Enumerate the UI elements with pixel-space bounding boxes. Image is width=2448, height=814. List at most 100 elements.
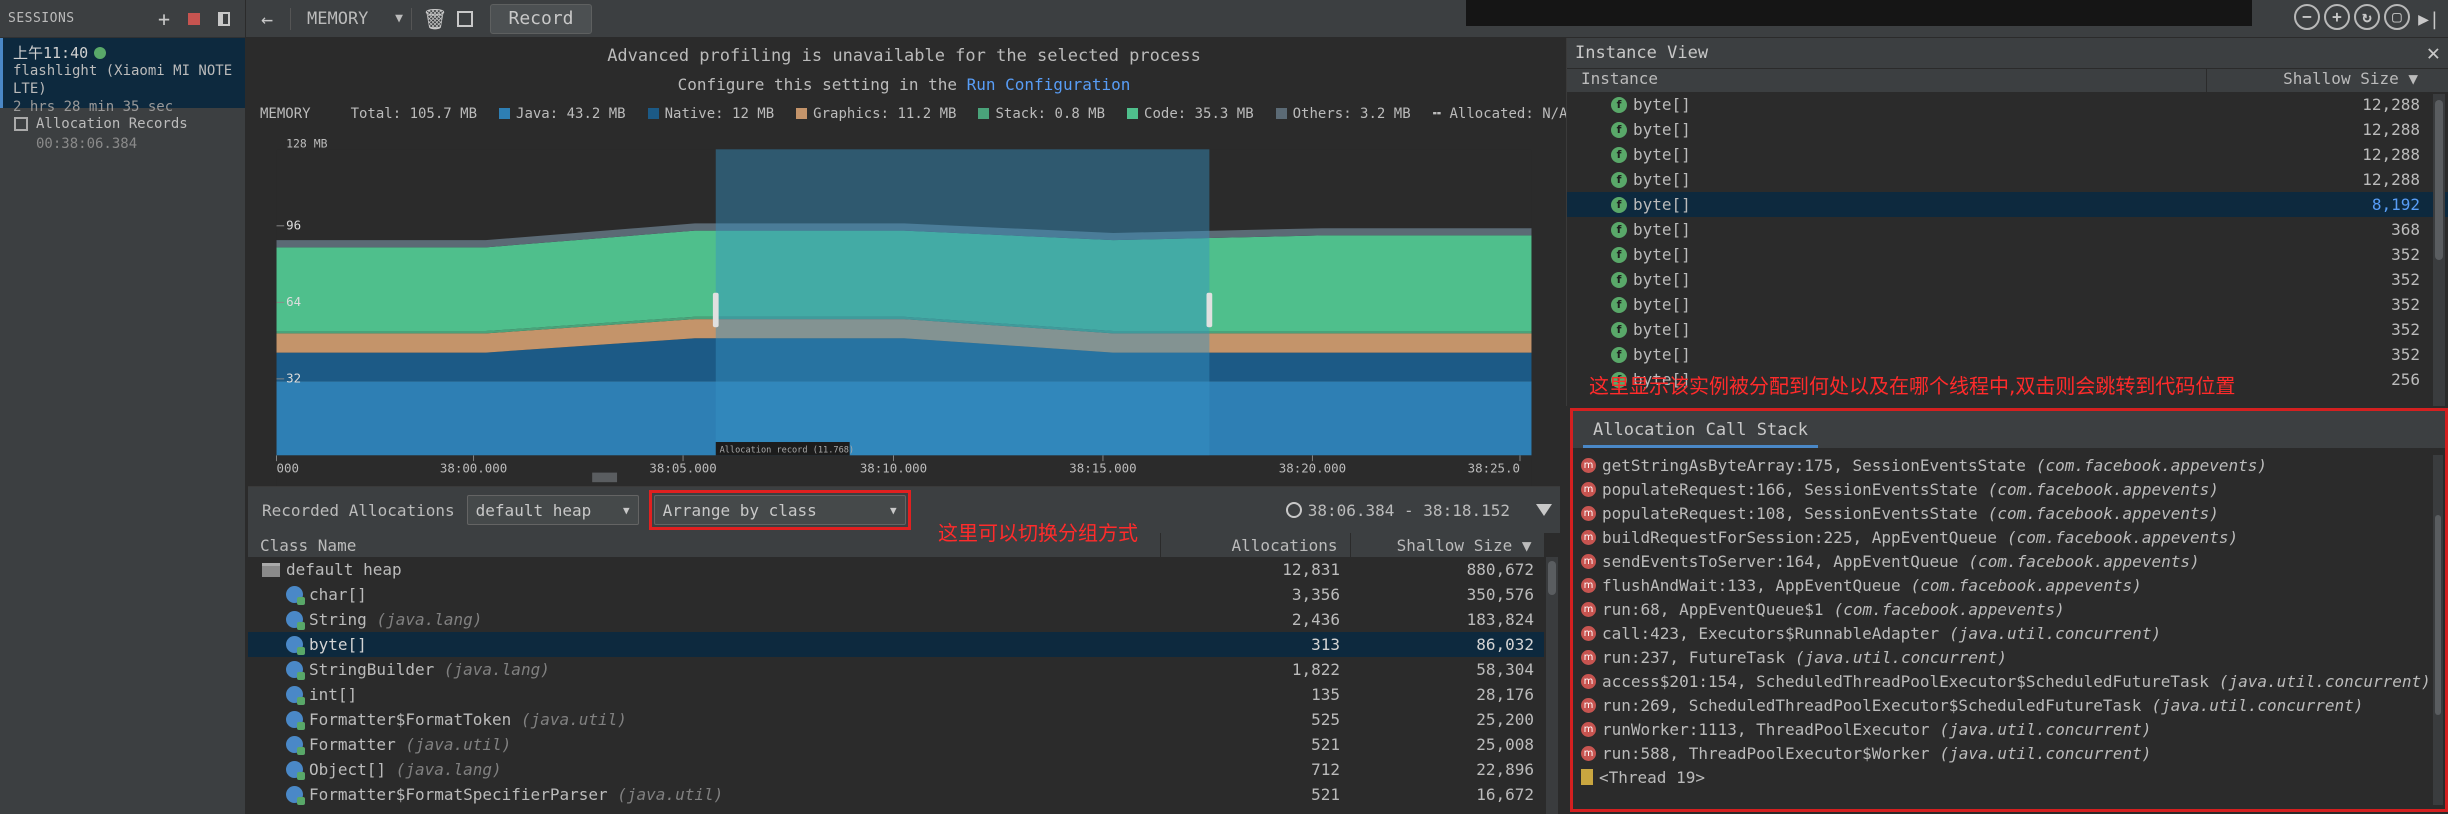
profiler-select[interactable]: MEMORY ▼ — [299, 9, 403, 29]
call-stack-frame[interactable]: m flushAndWait:133, AppEventQueue (com.fac… — [1573, 573, 2445, 597]
class-name: Formatter$FormatToken — [309, 710, 512, 729]
trash-icon[interactable]: 🗑 — [420, 4, 450, 34]
memory-chart[interactable]: Allocation record (11.768) 128 MB 96 64 32 00… — [248, 134, 1560, 486]
zoom-in-icon[interactable]: + — [2324, 4, 2350, 30]
stop-session-icon[interactable] — [181, 6, 207, 32]
memory-timeline: Advanced profiling is unavailable for th… — [248, 38, 1568, 486]
reset-zoom-icon[interactable]: ↻ — [2354, 4, 2380, 30]
class-name: default heap — [286, 560, 402, 579]
legend-stack-label: Stack: 0.8 MB — [995, 106, 1106, 122]
shallow-size-cell: 350,576 — [1466, 585, 1534, 604]
frame-package: (com.facebook.appevents) — [1910, 575, 2142, 595]
class-name-cell: Formatter$FormatToken (java.util) — [248, 707, 1160, 732]
instance-row[interactable]: f byte[] 12,288 — [1567, 167, 2448, 192]
scroll-thumb[interactable] — [1548, 561, 1556, 595]
selection-handle-left[interactable] — [712, 292, 719, 328]
scroll-thumb[interactable] — [2435, 515, 2441, 715]
call-stack-frame[interactable]: m run:588, ThreadPoolExecutor$Worker (java… — [1573, 741, 2445, 765]
call-stack-frame[interactable]: m buildRequestForSession:225, AppEventQue… — [1573, 525, 2445, 549]
zoom-selection-icon[interactable]: ▢ — [2384, 4, 2410, 30]
session-item[interactable]: 上午11:40 flashlight (Xiaomi MI NOTE LTE) … — [0, 38, 245, 115]
call-stack-frame[interactable]: m populateRequest:108, SessionEventsState… — [1573, 501, 2445, 525]
instance-header-row: Instance Shallow Size ▼ — [1567, 68, 2448, 92]
instance-row[interactable]: f byte[] 12,288 — [1567, 117, 2448, 142]
instance-row[interactable]: f byte[] 12,288 — [1567, 92, 2448, 117]
table-row[interactable]: StringBuilder (java.lang) 1,822 58,304 — [248, 657, 1544, 682]
column-shallow-size[interactable]: Shallow Size ▼ — [1350, 533, 1545, 557]
graphics-swatch — [796, 108, 808, 119]
frame-method: run:237, FutureTask — [1602, 647, 1786, 667]
x-tick-label: 38:10.000 — [860, 461, 927, 476]
instance-size: 12,288 — [2362, 120, 2420, 139]
call-stack-frame[interactable]: m run:237, FutureTask (java.util.concurren… — [1573, 645, 2445, 669]
allocations-cell: 521 — [1311, 785, 1340, 804]
call-stack-frame[interactable]: m call:423, Executors$RunnableAdapter (jav… — [1573, 621, 2445, 645]
table-row[interactable]: Formatter (java.util) 521 25,008 — [248, 732, 1544, 757]
instance-row[interactable]: f byte[] 352 — [1567, 242, 2448, 267]
instance-scrollbar[interactable] — [2433, 94, 2445, 406]
instance-name-cell: f byte[] — [1567, 220, 2207, 239]
call-stack-frame[interactable]: m run:68, AppEventQueue$1 (com.facebook.ap… — [1573, 597, 2445, 621]
call-stack-frame[interactable]: m sendEventsToServer:164, AppEventQueue (c… — [1573, 549, 2445, 573]
tab-allocation-call-stack[interactable]: Allocation Call Stack — [1583, 414, 1818, 448]
column-instance-size[interactable]: Shallow Size ▼ — [2207, 69, 2448, 92]
filter-icon[interactable] — [1536, 504, 1552, 516]
field-icon: f — [1611, 246, 1627, 263]
column-allocations[interactable]: Allocations — [1160, 533, 1351, 557]
allocations-scrollbar[interactable] — [1546, 557, 1558, 814]
call-stack-frame[interactable]: m run:269, ScheduledThreadPoolExecutor$Sc… — [1573, 693, 2445, 717]
column-instance[interactable]: Instance — [1567, 69, 2207, 92]
instance-row[interactable]: f byte[] 352 — [1567, 317, 2448, 342]
zoom-out-icon[interactable]: − — [2294, 4, 2320, 30]
back-arrow-icon[interactable]: ← — [252, 4, 282, 34]
table-row[interactable]: Object[] (java.lang) 712 22,896 — [248, 757, 1544, 782]
selection-range-text: 38:06.384 - 38:18.152 — [1307, 500, 1510, 520]
table-row[interactable]: default heap 12,831 880,672 — [248, 557, 1544, 582]
class-name: Object[] — [309, 760, 387, 779]
instance-size: 12,288 — [2362, 95, 2420, 114]
method-icon: m — [1581, 697, 1596, 713]
memory-label: MEMORY — [260, 106, 311, 122]
method-icon: m — [1581, 721, 1596, 737]
instance-row[interactable]: f byte[] 352 — [1567, 342, 2448, 367]
call-stack-frame[interactable]: m getStringAsByteArray:175, SessionEvents… — [1573, 453, 2445, 477]
memory-legend: MEMORY Total: 105.7 MB Java: 43.2 MB Nat… — [260, 106, 1568, 122]
selection-handle-right[interactable] — [1206, 292, 1213, 328]
allocation-record-item[interactable]: Allocation Records 00:38:06.384 — [0, 108, 245, 164]
timeline-scroll-thumb[interactable] — [592, 472, 618, 483]
instance-name: byte[] — [1633, 320, 1691, 339]
table-row[interactable]: String (java.lang) 2,436 183,824 — [248, 607, 1544, 632]
add-session-icon[interactable]: + — [151, 6, 177, 32]
instance-row[interactable]: f byte[] 8,192 — [1567, 192, 2448, 217]
heap-dump-icon[interactable] — [450, 4, 480, 34]
x-tick-label: 38:20.000 — [1279, 461, 1346, 476]
heap-select[interactable]: default heap ▼ — [466, 495, 639, 525]
call-stack-frame[interactable]: m populateRequest:166, SessionEventsState… — [1573, 477, 2445, 501]
record-button[interactable]: Record — [490, 3, 592, 34]
frame-method: call:423, Executors$RunnableAdapter — [1602, 623, 1940, 643]
call-stack-frame[interactable]: m access$201:154, ScheduledThreadPoolExec… — [1573, 669, 2445, 693]
table-row[interactable]: Formatter$FormatSpecifierParser (java.ut… — [248, 782, 1544, 807]
go-live-icon[interactable]: ▶| — [2414, 4, 2444, 34]
call-stack-frame[interactable]: m runWorker:1113, ThreadPoolExecutor (java… — [1573, 717, 2445, 741]
collapse-panel-icon[interactable] — [211, 6, 237, 32]
call-stack-scrollbar[interactable] — [2433, 455, 2443, 805]
table-row[interactable]: Formatter$FormatToken (java.util) 525 25,2… — [248, 707, 1544, 732]
thread-item[interactable]: <Thread 19> — [1573, 765, 2445, 789]
close-icon[interactable]: ✕ — [2427, 41, 2440, 66]
table-row[interactable]: byte[] 313 86,032 — [248, 632, 1544, 657]
instance-row[interactable]: f byte[] 12,288 — [1567, 142, 2448, 167]
instance-row[interactable]: f byte[] 352 — [1567, 292, 2448, 317]
table-row[interactable]: int[] 135 28,176 — [248, 682, 1544, 707]
class-name-cell: Formatter$FormatSpecifierParser (java.ut… — [248, 782, 1160, 807]
table-row[interactable]: char[] 3,356 350,576 — [248, 582, 1544, 607]
instance-name-cell: f byte[] — [1567, 270, 2207, 289]
allocations-cell: 525 — [1311, 710, 1340, 729]
instance-row[interactable]: f byte[] 368 — [1567, 217, 2448, 242]
arrange-select[interactable]: Arrange by class ▼ — [653, 495, 906, 525]
selection-range-overlay[interactable] — [715, 149, 1210, 456]
instance-row[interactable]: f byte[] 352 — [1567, 267, 2448, 292]
class-name-cell: int[] — [248, 682, 1160, 707]
scroll-thumb[interactable] — [2435, 100, 2443, 260]
run-configuration-link[interactable]: Run Configuration — [967, 75, 1131, 94]
